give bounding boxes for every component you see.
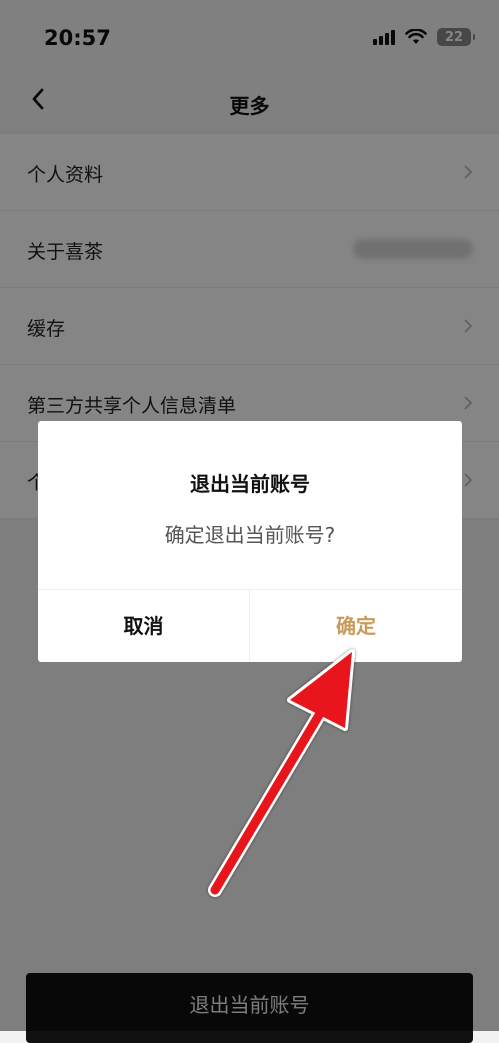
dialog-message: 确定退出当前账号?	[164, 523, 336, 547]
dialog-title: 退出当前账号	[190, 472, 310, 496]
confirm-button[interactable]: 确定	[250, 590, 462, 662]
logout-dialog: 退出当前账号 确定退出当前账号? 取消 确定	[38, 421, 462, 662]
cancel-button[interactable]: 取消	[38, 590, 249, 662]
